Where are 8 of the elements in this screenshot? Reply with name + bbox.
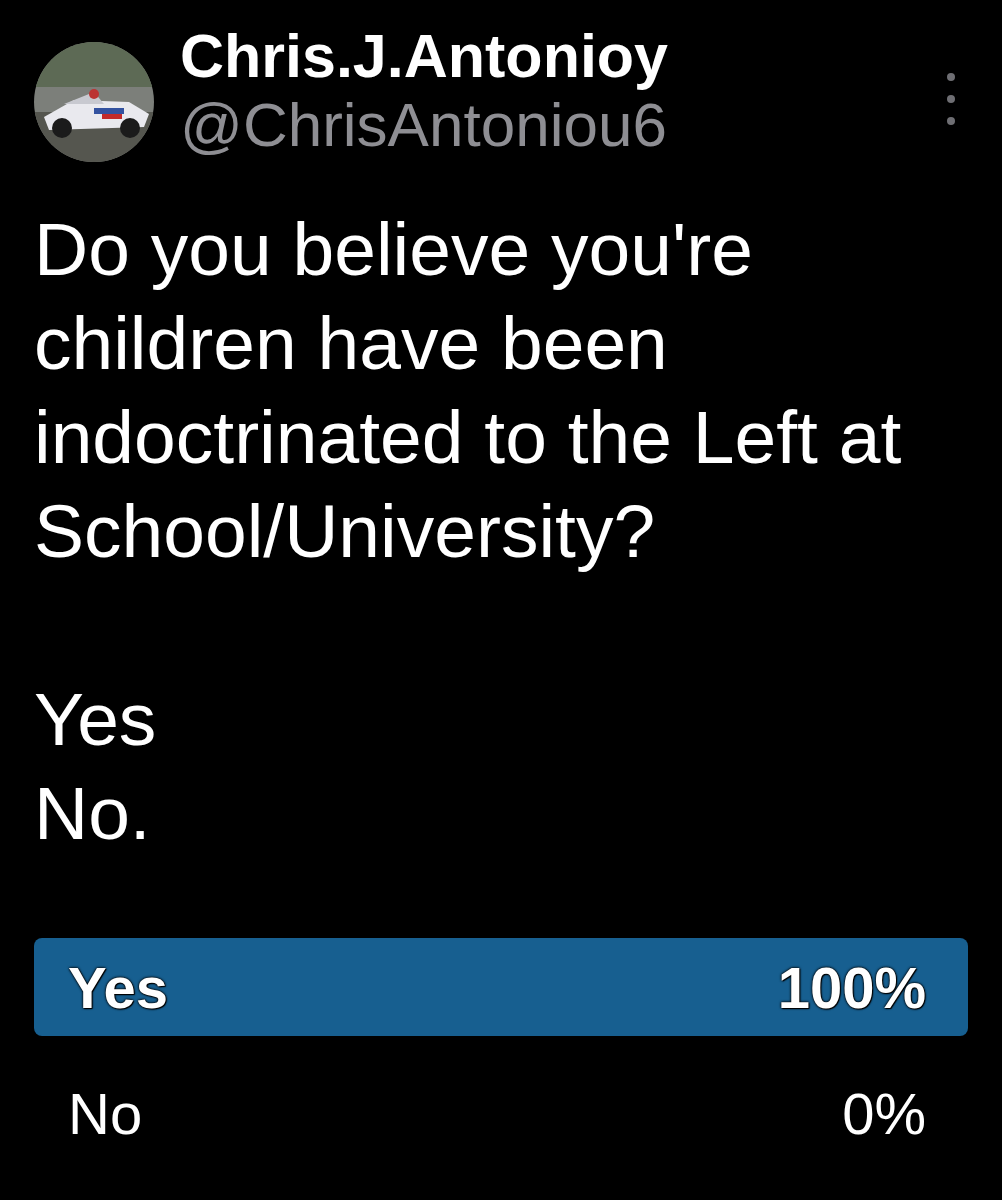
post-text: Do you believe you're children have been indoctrinated to the Left at School/University? Yes No. <box>34 206 903 857</box>
poll-option-label: Yes <box>68 953 168 1021</box>
author-name[interactable]: Chris.J.Antonioy <box>180 20 669 92</box>
poll-option-label: No <box>68 1079 143 1147</box>
more-options-icon[interactable] <box>946 72 956 126</box>
poll-percentage: 100% <box>777 953 926 1021</box>
author-handle[interactable]: @ChrisAntoniou6 <box>180 92 669 158</box>
poll-percentage: 0% <box>842 1079 926 1147</box>
